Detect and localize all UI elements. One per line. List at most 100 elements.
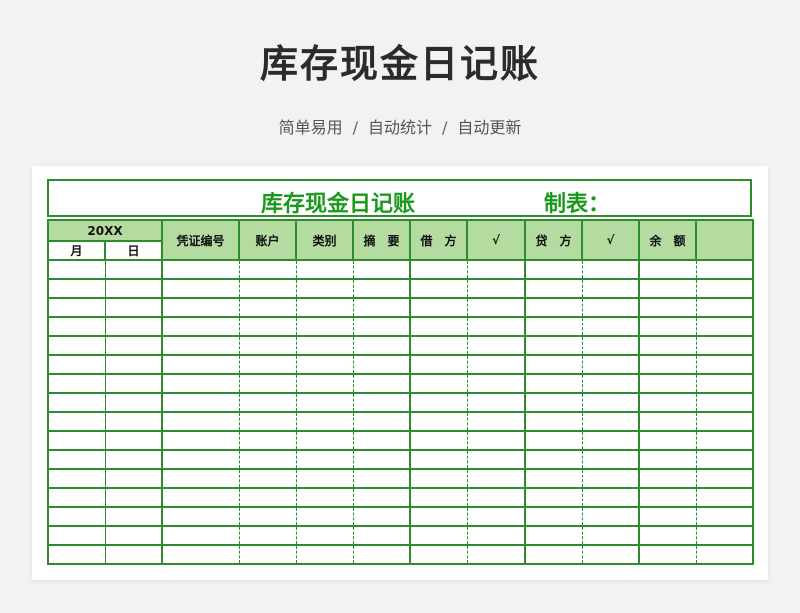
table-cell[interactable] — [524, 431, 583, 451]
table-cell[interactable] — [295, 279, 354, 299]
table-cell[interactable] — [409, 260, 468, 280]
table-cell[interactable] — [409, 279, 468, 299]
table-cell[interactable] — [161, 374, 240, 394]
table-cell[interactable] — [104, 431, 163, 451]
table-cell[interactable] — [409, 545, 468, 565]
table-cell[interactable] — [352, 507, 411, 527]
table-cell[interactable] — [161, 431, 240, 451]
table-cell[interactable] — [524, 336, 583, 356]
table-cell[interactable] — [295, 431, 354, 451]
table-cell[interactable] — [524, 412, 583, 432]
table-cell[interactable] — [638, 469, 697, 489]
table-cell[interactable] — [161, 298, 240, 318]
table-cell[interactable] — [524, 469, 583, 489]
table-cell[interactable] — [638, 260, 697, 280]
table-cell[interactable] — [581, 450, 640, 470]
table-cell[interactable] — [238, 545, 297, 565]
table-cell[interactable] — [352, 336, 411, 356]
table-cell[interactable] — [352, 450, 411, 470]
table-cell[interactable] — [295, 507, 354, 527]
table-cell[interactable] — [695, 450, 754, 470]
table-cell[interactable] — [161, 507, 240, 527]
table-cell[interactable] — [238, 507, 297, 527]
table-cell[interactable] — [47, 317, 106, 337]
table-cell[interactable] — [104, 374, 163, 394]
table-cell[interactable] — [161, 279, 240, 299]
table-cell[interactable] — [238, 431, 297, 451]
table-cell[interactable] — [352, 317, 411, 337]
table-cell[interactable] — [466, 393, 526, 413]
table-cell[interactable] — [409, 469, 468, 489]
table-cell[interactable] — [409, 488, 468, 508]
table-cell[interactable] — [352, 526, 411, 546]
table-cell[interactable] — [104, 279, 163, 299]
table-cell[interactable] — [47, 450, 106, 470]
table-cell[interactable] — [47, 260, 106, 280]
table-cell[interactable] — [409, 507, 468, 527]
table-cell[interactable] — [104, 488, 163, 508]
table-cell[interactable] — [295, 469, 354, 489]
table-cell[interactable] — [695, 545, 754, 565]
table-cell[interactable] — [352, 412, 411, 432]
table-cell[interactable] — [47, 393, 106, 413]
table-cell[interactable] — [104, 393, 163, 413]
table-cell[interactable] — [695, 393, 754, 413]
table-cell[interactable] — [352, 279, 411, 299]
table-cell[interactable] — [638, 507, 697, 527]
table-cell[interactable] — [161, 336, 240, 356]
table-cell[interactable] — [581, 355, 640, 375]
table-cell[interactable] — [161, 469, 240, 489]
table-cell[interactable] — [466, 355, 526, 375]
table-cell[interactable] — [466, 317, 526, 337]
table-cell[interactable] — [466, 279, 526, 299]
table-cell[interactable] — [524, 355, 583, 375]
table-cell[interactable] — [295, 488, 354, 508]
table-cell[interactable] — [295, 374, 354, 394]
table-cell[interactable] — [695, 412, 754, 432]
table-cell[interactable] — [238, 279, 297, 299]
table-cell[interactable] — [238, 450, 297, 470]
table-cell[interactable] — [238, 412, 297, 432]
table-cell[interactable] — [638, 336, 697, 356]
table-cell[interactable] — [581, 431, 640, 451]
table-cell[interactable] — [238, 469, 297, 489]
table-cell[interactable] — [638, 355, 697, 375]
table-cell[interactable] — [524, 507, 583, 527]
table-cell[interactable] — [581, 545, 640, 565]
table-cell[interactable] — [295, 355, 354, 375]
table-cell[interactable] — [47, 431, 106, 451]
table-cell[interactable] — [104, 412, 163, 432]
table-cell[interactable] — [638, 526, 697, 546]
table-cell[interactable] — [161, 260, 240, 280]
table-cell[interactable] — [466, 469, 526, 489]
table-cell[interactable] — [47, 526, 106, 546]
table-cell[interactable] — [295, 526, 354, 546]
table-cell[interactable] — [238, 374, 297, 394]
table-cell[interactable] — [466, 526, 526, 546]
table-cell[interactable] — [352, 260, 411, 280]
table-cell[interactable] — [104, 317, 163, 337]
table-cell[interactable] — [104, 260, 163, 280]
table-cell[interactable] — [695, 526, 754, 546]
table-cell[interactable] — [352, 355, 411, 375]
table-cell[interactable] — [295, 317, 354, 337]
table-cell[interactable] — [409, 355, 468, 375]
table-cell[interactable] — [638, 450, 697, 470]
table-cell[interactable] — [695, 298, 754, 318]
table-cell[interactable] — [104, 507, 163, 527]
table-cell[interactable] — [47, 336, 106, 356]
table-cell[interactable] — [409, 431, 468, 451]
table-cell[interactable] — [695, 260, 754, 280]
table-cell[interactable] — [524, 545, 583, 565]
table-cell[interactable] — [47, 469, 106, 489]
table-cell[interactable] — [638, 393, 697, 413]
table-cell[interactable] — [466, 298, 526, 318]
table-cell[interactable] — [295, 412, 354, 432]
table-cell[interactable] — [695, 507, 754, 527]
table-cell[interactable] — [238, 260, 297, 280]
table-cell[interactable] — [352, 393, 411, 413]
table-cell[interactable] — [581, 469, 640, 489]
table-cell[interactable] — [466, 260, 526, 280]
table-cell[interactable] — [638, 374, 697, 394]
table-cell[interactable] — [238, 298, 297, 318]
